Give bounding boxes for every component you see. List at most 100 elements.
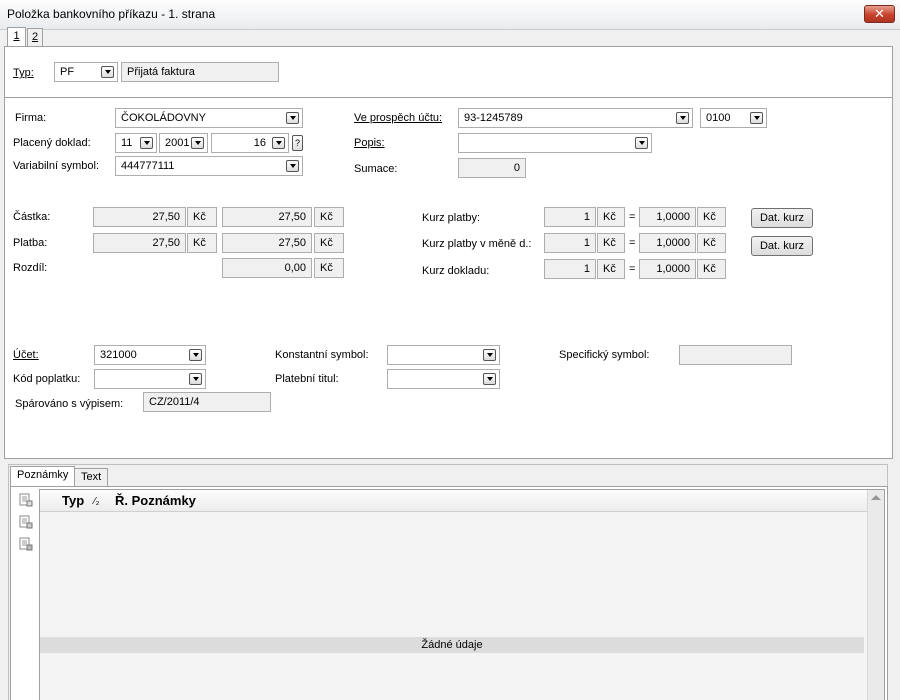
doklad-month-value: 11 — [121, 137, 133, 149]
platba-value-2: 27,50 — [222, 233, 312, 253]
platba-currency-1: Kč — [187, 233, 217, 253]
rozdil-label: Rozdíl: — [13, 262, 48, 274]
typ-name-field: Přijatá faktura — [121, 62, 279, 82]
help-button[interactable]: ? — [292, 135, 303, 151]
variabilni-symbol-select[interactable]: 444777111 — [115, 156, 303, 176]
kurz-platby-currency-2: Kč — [697, 207, 726, 227]
scroll-up-icon[interactable] — [871, 495, 881, 500]
dropdown-arrow-icon[interactable] — [483, 349, 496, 361]
column-poznamky[interactable]: Ř. Poznámky — [115, 493, 196, 508]
divider — [5, 97, 892, 98]
tab-poznamky[interactable]: Poznámky — [10, 466, 76, 486]
window-title: Položka bankovního příkazu - 1. strana — [7, 7, 216, 21]
firma-label: Firma: — [15, 112, 47, 124]
kod-poplatku-label: Kód poplatku: — [13, 373, 81, 385]
vertical-scrollbar[interactable] — [867, 490, 884, 700]
dropdown-arrow-icon[interactable] — [483, 373, 496, 385]
kurz-dokladu-quantity: 1 — [544, 259, 596, 279]
konstantni-symbol-label: Konstantní symbol: — [275, 349, 369, 361]
kurz-dokladu-label: Kurz dokladu: — [422, 265, 490, 277]
dropdown-arrow-icon[interactable] — [286, 112, 299, 124]
castka-currency-2: Kč — [314, 207, 344, 227]
doklad-number-value: 16 — [253, 137, 266, 149]
sort-order-icon[interactable]: ⁄₂ — [94, 496, 100, 507]
kurz-meny-label: Kurz platby v měně d.: — [422, 238, 532, 250]
dropdown-arrow-icon[interactable] — [189, 349, 202, 361]
konstantni-symbol-select[interactable] — [387, 345, 500, 365]
rozdil-currency: Kč — [314, 258, 344, 278]
bank-code-select[interactable]: 0100 — [700, 108, 767, 128]
dropdown-arrow-icon[interactable] — [191, 137, 204, 149]
popis-select[interactable] — [458, 133, 652, 153]
tab-page-2[interactable]: 2 — [27, 28, 43, 46]
doklad-year-value: 2001 — [165, 137, 190, 149]
doklad-number-select[interactable]: 16 — [211, 133, 289, 153]
kurz-meny-quantity: 1 — [544, 233, 596, 253]
castka-value-1: 27,50 — [93, 207, 186, 227]
empty-message: Žádné údaje — [40, 637, 864, 653]
firma-value: ČOKOLÁDOVNY — [121, 112, 206, 124]
kurz-meny-currency-2: Kč — [697, 233, 726, 253]
edit-note-icon[interactable] — [19, 515, 33, 529]
close-button[interactable]: ✕ — [864, 5, 895, 23]
account-value: 93-1245789 — [464, 112, 523, 124]
kurz-dokladu-currency-1: Kč — [597, 259, 625, 279]
typ-label: Typ: — [13, 67, 34, 79]
platba-currency-2: Kč — [314, 233, 344, 253]
dropdown-arrow-icon[interactable] — [286, 160, 299, 172]
placeny-doklad-label: Placený doklad: — [13, 137, 91, 149]
typ-code-value: PF — [60, 66, 75, 78]
castka-value-2: 27,50 — [222, 207, 312, 227]
kod-poplatku-select[interactable] — [94, 369, 206, 389]
dat-kurz-button-2[interactable]: Dat. kurz — [751, 236, 813, 256]
kurz-meny-currency-1: Kč — [597, 233, 625, 253]
doklad-month-select[interactable]: 11 — [115, 133, 157, 153]
dropdown-arrow-icon[interactable] — [101, 66, 114, 78]
sparovano-field: CZ/2011/4 — [143, 392, 271, 412]
column-typ[interactable]: Typ — [62, 493, 84, 508]
platebni-titul-select[interactable] — [387, 369, 500, 389]
equals-sign: = — [629, 263, 636, 275]
kurz-platby-currency-1: Kč — [597, 207, 625, 227]
dropdown-arrow-icon[interactable] — [272, 137, 285, 149]
ucet-select[interactable]: 321000 — [94, 345, 206, 365]
kurz-platby-quantity: 1 — [544, 207, 596, 227]
doklad-year-select[interactable]: 2001 — [159, 133, 208, 153]
dropdown-arrow-icon[interactable] — [140, 137, 153, 149]
variabilni-symbol-value: 444777111 — [121, 160, 175, 172]
ucet-value: 321000 — [100, 349, 137, 361]
popis-label: Popis: — [354, 137, 385, 149]
dropdown-arrow-icon[interactable] — [635, 137, 648, 149]
specificky-symbol-label: Specifický symbol: — [559, 349, 650, 361]
specificky-symbol-field[interactable] — [679, 345, 792, 365]
castka-label: Částka: — [13, 211, 51, 223]
firma-select[interactable]: ČOKOLÁDOVNY — [115, 108, 303, 128]
bank-code-value: 0100 — [706, 112, 731, 124]
kurz-platby-rate: 1,0000 — [639, 207, 696, 227]
sumace-label: Sumace: — [354, 163, 398, 175]
platba-label: Platba: — [13, 237, 48, 249]
sparovano-label: Spárováno s výpisem: — [15, 398, 124, 410]
dropdown-arrow-icon[interactable] — [750, 112, 763, 124]
platba-value-1: 27,50 — [93, 233, 186, 253]
kurz-meny-rate: 1,0000 — [639, 233, 696, 253]
dropdown-arrow-icon[interactable] — [676, 112, 689, 124]
account-select[interactable]: 93-1245789 — [458, 108, 693, 128]
new-note-icon[interactable] — [19, 493, 33, 507]
sumace-field: 0 — [458, 158, 526, 178]
grid-body — [40, 512, 867, 700]
typ-code-select[interactable]: PF — [54, 62, 118, 82]
platebni-titul-label: Platební titul: — [275, 373, 339, 385]
kurz-dokladu-currency-2: Kč — [697, 259, 726, 279]
kurz-platby-label: Kurz platby: — [422, 212, 481, 224]
tab-text[interactable]: Text — [74, 468, 109, 486]
equals-sign: = — [629, 211, 636, 223]
dropdown-arrow-icon[interactable] — [189, 373, 202, 385]
rozdil-value: 0,00 — [222, 258, 312, 278]
dat-kurz-button[interactable]: Dat. kurz — [751, 208, 813, 228]
ucet-label: Účet: — [13, 349, 39, 361]
castka-currency-1: Kč — [187, 207, 217, 227]
delete-note-icon[interactable] — [19, 537, 33, 551]
variabilni-symbol-label: Variabilní symbol: — [13, 160, 99, 172]
tab-page-1[interactable]: 1 — [7, 27, 26, 47]
